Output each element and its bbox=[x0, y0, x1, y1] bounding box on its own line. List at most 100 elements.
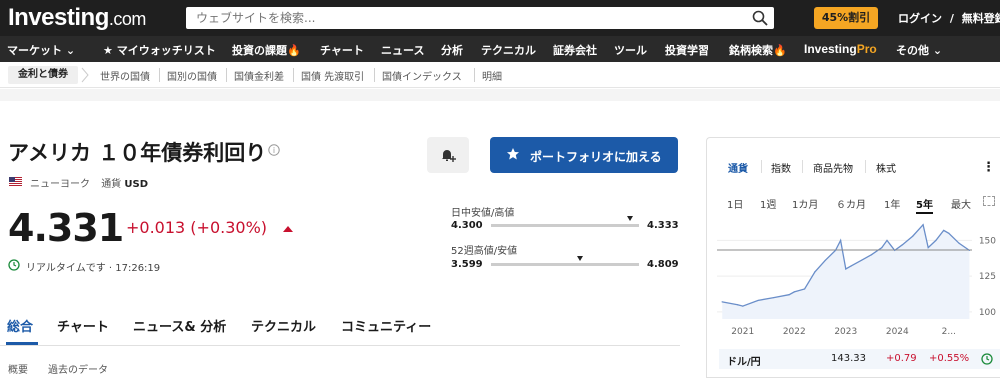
divider bbox=[159, 68, 160, 82]
tab-news-analysis[interactable]: ニュース& 分析 bbox=[133, 316, 226, 335]
week52-range-bar bbox=[491, 263, 639, 266]
main-nav: マーケット ⌄ ★ マイウォッチリスト 投資の課題🔥 チャート ニュース 分析 … bbox=[0, 36, 1000, 62]
nav-charts[interactable]: チャート bbox=[320, 42, 364, 58]
subtab-history[interactable]: 過去のデータ bbox=[48, 361, 108, 376]
widget-tab-indices[interactable]: 指数 bbox=[771, 160, 791, 175]
x-tick-label: 2022 bbox=[783, 327, 806, 337]
calendar-icon[interactable] bbox=[983, 196, 995, 206]
nav-technical[interactable]: テクニカル bbox=[481, 42, 536, 58]
divider bbox=[293, 68, 294, 82]
nav-investingpro[interactable]: InvestingPro bbox=[804, 42, 877, 56]
currency-label: 通貨 bbox=[101, 179, 122, 190]
login-link[interactable]: ログイン bbox=[898, 12, 942, 25]
logo[interactable]: Investing.com bbox=[8, 4, 146, 32]
nav-challenges[interactable]: 投資の課題🔥 bbox=[232, 42, 301, 58]
bell-plus-icon bbox=[442, 150, 456, 162]
range-max[interactable]: 最大 bbox=[951, 196, 971, 211]
chart-point bbox=[840, 239, 842, 242]
chart-point bbox=[968, 249, 971, 252]
tab-community[interactable]: コミュニティー bbox=[341, 316, 431, 335]
quote-change-pct: +0.55% bbox=[929, 353, 970, 364]
last-price: 4.331 bbox=[8, 206, 124, 250]
tab-technical[interactable]: テクニカル bbox=[251, 316, 316, 335]
divider bbox=[802, 160, 803, 173]
auth-separator: / bbox=[949, 12, 954, 25]
x-tick-label: 2024 bbox=[886, 327, 909, 337]
chart-point bbox=[824, 259, 826, 262]
week52-low: 3.599 bbox=[451, 259, 483, 270]
chart-point bbox=[948, 232, 950, 234]
quote-change: +0.79 bbox=[886, 353, 917, 364]
subnav-world-bonds[interactable]: 世界の国債 bbox=[100, 68, 150, 83]
search-box[interactable] bbox=[186, 7, 774, 29]
header-shadow bbox=[0, 89, 1000, 101]
nav-tools[interactable]: ツール bbox=[614, 42, 647, 58]
chart-point bbox=[788, 294, 790, 296]
up-arrow-icon bbox=[283, 226, 293, 232]
page-title: アメリカ １０年債券利回り bbox=[8, 141, 267, 165]
portfolio-button-label: ポートフォリオに加える bbox=[530, 150, 662, 164]
currency-value: USD bbox=[124, 179, 148, 190]
nav-watchlist[interactable]: ★ マイウォッチリスト bbox=[103, 42, 216, 58]
chart-point bbox=[860, 259, 862, 262]
chart-point bbox=[737, 304, 739, 306]
nav-news[interactable]: ニュース bbox=[381, 42, 424, 58]
week52-range-marker bbox=[576, 256, 583, 261]
widget-tab-stocks[interactable]: 株式 bbox=[876, 160, 896, 175]
subnav-spreads[interactable]: 国債金利差 bbox=[234, 68, 284, 83]
realtime-status: リアルタイムです · 17:26:19 bbox=[26, 263, 161, 274]
quote-row[interactable]: ドル/円 143.33 +0.79 +0.55% bbox=[719, 349, 1000, 369]
widget-tab-commodities[interactable]: 商品先物 bbox=[813, 160, 853, 175]
breadcrumb-bar: 金利と債券 世界の国債 国別の国債 国債金利差 国債 先渡取引 国債インデックス… bbox=[0, 62, 1000, 88]
fire-icon: 🔥 bbox=[773, 44, 787, 57]
chart-point bbox=[845, 268, 847, 270]
range-1m[interactable]: 1カ月 bbox=[792, 196, 818, 211]
mini-chart[interactable]: 150 125 100 2021 2022 2023 2024 2... bbox=[717, 217, 998, 342]
search-icon[interactable] bbox=[752, 10, 768, 30]
range-6m[interactable]: ６カ月 bbox=[836, 196, 866, 211]
signup-link[interactable]: 無料登録 bbox=[962, 12, 1000, 25]
nav-markets[interactable]: マーケット ⌄ bbox=[7, 42, 75, 58]
chart-point bbox=[927, 246, 929, 249]
tab-overview[interactable]: 総合 bbox=[7, 316, 33, 335]
subnav-details[interactable]: 明細 bbox=[482, 68, 502, 83]
promo-badge[interactable]: 45%割引 bbox=[814, 7, 878, 29]
day-low: 4.300 bbox=[451, 220, 483, 231]
y-tick-label: 100 bbox=[979, 308, 996, 318]
nav-more[interactable]: その他 ⌄ bbox=[896, 42, 942, 58]
info-icon[interactable]: i bbox=[268, 144, 280, 156]
auth-links: ログイン / 無料登録 bbox=[898, 10, 1000, 26]
subnav-country-bonds[interactable]: 国別の国債 bbox=[167, 68, 217, 83]
add-alert-button[interactable] bbox=[427, 137, 469, 173]
subtab-summary[interactable]: 概要 bbox=[8, 361, 28, 376]
search-input[interactable] bbox=[186, 7, 726, 29]
range-1w[interactable]: 1週 bbox=[760, 196, 776, 211]
tab-chart[interactable]: チャート bbox=[57, 316, 109, 335]
subnav-forwards[interactable]: 国債 先渡取引 bbox=[301, 68, 364, 83]
nav-brokers[interactable]: 証券会社 bbox=[553, 42, 597, 58]
range-1d[interactable]: 1日 bbox=[727, 196, 743, 211]
subnav-indices[interactable]: 国債インデックス bbox=[382, 68, 462, 83]
day-range-label: 日中安値/高値 bbox=[451, 208, 515, 219]
chart-point bbox=[757, 299, 759, 302]
quote-name[interactable]: ドル/円 bbox=[727, 353, 761, 368]
chart-point bbox=[742, 305, 744, 307]
divider bbox=[0, 345, 680, 346]
y-tick-label: 125 bbox=[979, 272, 996, 282]
widget-tab-currencies[interactable]: 通貨 bbox=[728, 160, 748, 175]
chart-point bbox=[814, 271, 816, 273]
nav-screener[interactable]: 銘柄検索🔥 bbox=[729, 42, 787, 58]
range-1y[interactable]: 1年 bbox=[884, 196, 900, 211]
nav-education[interactable]: 投資学習 bbox=[665, 42, 709, 58]
week52-high: 4.809 bbox=[647, 259, 679, 270]
nav-analysis[interactable]: 分析 bbox=[441, 42, 463, 58]
chart-point bbox=[793, 291, 795, 293]
more-options-icon[interactable]: ⋮ bbox=[982, 160, 995, 175]
subnav-bonds[interactable]: 金利と債券 bbox=[8, 66, 78, 84]
divider bbox=[761, 160, 762, 173]
range-5y[interactable]: 5年 bbox=[916, 196, 933, 214]
divider bbox=[865, 160, 866, 173]
chart-point bbox=[958, 242, 960, 244]
us-flag-icon bbox=[9, 177, 22, 186]
add-to-portfolio-button[interactable]: ポートフォリオに加える bbox=[490, 137, 678, 173]
